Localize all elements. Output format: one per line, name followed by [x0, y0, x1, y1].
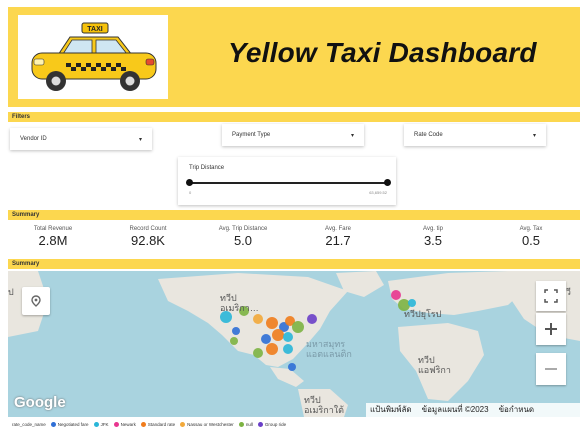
payment-type-dropdown[interactable]: Payment Type ▾ — [222, 124, 364, 146]
trip-distance-max-value: 63,659.52 — [369, 190, 387, 195]
summary-section-bar: Summary — [8, 210, 580, 220]
zoom-out-button[interactable] — [536, 353, 566, 385]
minus-icon — [545, 368, 557, 370]
legend-dot — [140, 422, 146, 427]
scorecard-label: Avg. Tax — [519, 226, 543, 232]
map-label-africa: ทวีป แอฟริกา — [418, 355, 451, 375]
scorecard-record-count: Record Count 92.8K — [103, 226, 193, 248]
map-label-left-edge: ป — [8, 287, 14, 297]
scorecard-value: 2.8M — [38, 233, 68, 248]
plus-icon — [545, 323, 557, 335]
scorecard-value: 0.5 — [521, 233, 541, 248]
zoom-in-button[interactable] — [536, 313, 566, 345]
scorecard-avg-fare: Avg. Fare 21.7 — [293, 226, 383, 248]
map-copyright: ข้อมูลแผนที่ ©2023 — [421, 405, 489, 414]
legend-item: JFK — [93, 422, 109, 427]
map-legend: rate_code_name Negotiated fare JFK Newar… — [12, 422, 286, 427]
chevron-down-icon: ▾ — [138, 137, 142, 143]
map-label-north-america: ทวีป อเมริกา… — [220, 293, 259, 313]
legend-item: Group ride — [257, 422, 287, 427]
trip-distance-max-handle[interactable] — [384, 179, 391, 186]
legend-item: Nassau or Westchester — [180, 422, 234, 427]
rate-code-label: Rate Code — [414, 132, 443, 138]
scorecard-total-revenue: Total Revenue 2.8M — [8, 226, 98, 248]
scorecard-avg-tip: Avg. tip 3.5 — [388, 226, 478, 248]
legend-dot — [238, 422, 244, 427]
taxi-car-icon: TAXI — [31, 22, 157, 91]
vendor-id-dropdown[interactable]: Vendor ID ▾ — [10, 128, 152, 150]
trip-distance-min-handle[interactable] — [186, 179, 193, 186]
map-section-bar: Summary — [8, 259, 580, 269]
map-attribution-bar: แป้นพิมพ์ลัด ข้อมูลแผนที่ ©2023 ข้อกำหนด — [366, 403, 580, 417]
legend-label: Group ride — [264, 422, 287, 427]
chevron-down-icon: ▾ — [350, 133, 354, 139]
legend-dot — [93, 422, 99, 427]
scorecard-label: Record Count — [129, 226, 167, 232]
trip-distance-label: Trip Distance — [189, 165, 225, 171]
taxi-logo: TAXI — [18, 15, 168, 99]
legend-label: null — [245, 422, 253, 427]
payment-type-label: Payment Type — [232, 132, 271, 138]
summary-scorecards: Total Revenue 2.8M Record Count 92.8K Av… — [8, 224, 580, 254]
legend-label: JFK — [100, 422, 109, 427]
my-location-button[interactable] — [22, 287, 50, 315]
scorecard-label: Total Revenue — [33, 226, 73, 232]
legend-title: rate_code_name — [12, 422, 46, 427]
trip-distance-min-value: 0 — [189, 190, 192, 195]
map-label-south-america: ทวีป อเมริกาใต้ — [304, 395, 344, 415]
legend-dot — [113, 422, 119, 427]
page-title: Yellow Taxi Dashboard — [228, 37, 537, 68]
rate-code-dropdown[interactable]: Rate Code ▾ — [404, 124, 546, 146]
legend-dot — [257, 422, 263, 427]
chevron-down-icon: ▾ — [532, 133, 536, 139]
google-logo: Google — [14, 394, 66, 411]
legend-item: null — [238, 422, 253, 427]
legend-label: Standard rate — [147, 422, 176, 427]
scorecard-value: 21.7 — [325, 233, 351, 248]
legend-label: Nassau or Westchester — [187, 422, 234, 427]
taxi-sign-text: TAXI — [87, 26, 102, 33]
scorecard-label: Avg. tip — [423, 226, 443, 232]
location-pin-icon — [31, 295, 41, 307]
fullscreen-button[interactable] — [536, 281, 566, 311]
map-label-atlantic: มหาสมุทร แอตแลนติก — [306, 339, 352, 359]
legend-item: Newark — [113, 422, 136, 427]
terms-link[interactable]: ข้อกำหนด — [499, 403, 535, 417]
scorecard-label: Avg. Fare — [325, 226, 351, 232]
map-label-europe: ทวีปยุโรป — [404, 309, 442, 319]
legend-dot — [50, 422, 56, 427]
scorecard-avg-trip-distance: Avg. Trip Distance 5.0 — [198, 226, 288, 248]
legend-dot — [180, 422, 186, 427]
dashboard-header: TAXI Yellow Taxi Dashboard — [8, 7, 580, 107]
legend-label: Negotiated fare — [57, 422, 89, 427]
scorecard-value: 5.0 — [233, 233, 253, 248]
scorecard-label: Avg. Trip Distance — [218, 226, 268, 232]
bubble-map[interactable]: ทวีป อเมริกา… มหาสมุทร แอตแลนติก ทวีปยุโ… — [8, 271, 580, 417]
keyboard-shortcuts-link[interactable]: แป้นพิมพ์ลัด — [370, 403, 412, 417]
scorecard-value: 3.5 — [423, 233, 443, 248]
legend-item: Standard rate — [140, 422, 176, 427]
legend-label: Newark — [120, 422, 136, 427]
scorecard-avg-tax: Avg. Tax 0.5 — [486, 226, 576, 248]
vendor-id-label: Vendor ID — [20, 136, 47, 142]
trip-distance-slider-track[interactable] — [189, 182, 387, 184]
scorecard-value: 92.8K — [131, 233, 165, 248]
fullscreen-icon — [544, 289, 558, 303]
map-land — [8, 271, 580, 417]
filters-section-bar: Filters — [8, 112, 580, 122]
trip-distance-filter: Trip Distance 0 63,659.52 — [178, 157, 396, 205]
legend-item: Negotiated fare — [50, 422, 89, 427]
